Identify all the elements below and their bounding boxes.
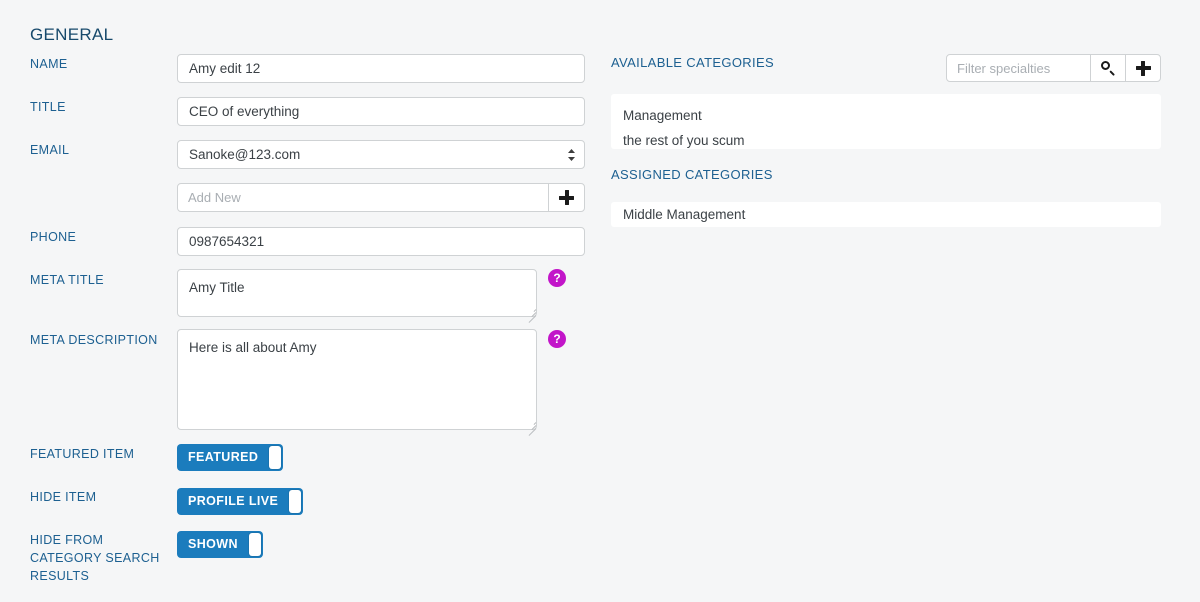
meta-title-textarea[interactable] — [177, 269, 537, 317]
phone-label: PHONE — [30, 228, 175, 246]
available-categories-label: AVAILABLE CATEGORIES — [611, 55, 774, 70]
title-label: TITLE — [30, 98, 175, 116]
email-add-new-input[interactable] — [177, 183, 549, 212]
filter-search-button[interactable] — [1090, 54, 1126, 82]
hide-item-toggle-state: PROFILE LIVE — [177, 488, 289, 515]
meta-description-textarea[interactable] — [177, 329, 537, 430]
meta-title-help-icon[interactable]: ? — [548, 269, 566, 287]
search-icon — [1101, 61, 1115, 75]
hide-from-category-search-label: HIDE FROM CATEGORY SEARCH RESULTS — [30, 531, 160, 585]
plus-icon — [559, 190, 574, 205]
hide-item-toggle[interactable]: PROFILE LIVE — [177, 488, 303, 515]
featured-item-toggle[interactable]: FEATURED — [177, 444, 283, 471]
plus-icon — [1136, 61, 1151, 76]
categories-panel: AVAILABLE CATEGORIES Management the rest… — [600, 0, 1200, 602]
email-label: EMAIL — [30, 141, 175, 159]
available-categories-list[interactable]: Management the rest of you scum — [611, 94, 1161, 149]
toggle-knob[interactable] — [289, 490, 301, 513]
email-select[interactable]: Sanoke@123.com — [177, 140, 585, 169]
hide-from-category-search-toggle-state: SHOWN — [177, 531, 249, 558]
meta-description-label: META DESCRIPTION — [30, 331, 175, 349]
filter-specialties-input[interactable] — [946, 54, 1091, 82]
phone-input[interactable] — [177, 227, 585, 256]
meta-title-label: META TITLE — [30, 271, 175, 289]
hide-item-label: HIDE ITEM — [30, 488, 175, 506]
assigned-categories-label: ASSIGNED CATEGORIES — [611, 167, 773, 182]
profile-edit-page: GENERAL NAME TITLE EMAIL Sanoke@123.com … — [0, 0, 1200, 602]
featured-item-toggle-state: FEATURED — [177, 444, 269, 471]
title-input[interactable] — [177, 97, 585, 126]
toggle-knob[interactable] — [269, 446, 281, 469]
email-select-wrapper[interactable]: Sanoke@123.com — [177, 140, 585, 169]
name-input[interactable] — [177, 54, 585, 83]
add-category-button[interactable] — [1125, 54, 1161, 82]
featured-item-label: FEATURED ITEM — [30, 445, 175, 463]
general-panel: GENERAL NAME TITLE EMAIL Sanoke@123.com … — [0, 0, 600, 602]
email-add-button[interactable] — [548, 183, 585, 212]
general-section-title: GENERAL — [30, 25, 113, 45]
list-item[interactable]: Management — [611, 103, 1161, 128]
toggle-knob[interactable] — [249, 533, 261, 556]
hide-from-category-search-toggle[interactable]: SHOWN — [177, 531, 263, 558]
meta-description-help-icon[interactable]: ? — [548, 330, 566, 348]
list-item[interactable]: the rest of you scum — [611, 128, 1161, 153]
name-label: NAME — [30, 55, 175, 73]
list-item[interactable]: Middle Management — [611, 202, 1161, 227]
assigned-categories-list[interactable]: Middle Management — [611, 202, 1161, 227]
